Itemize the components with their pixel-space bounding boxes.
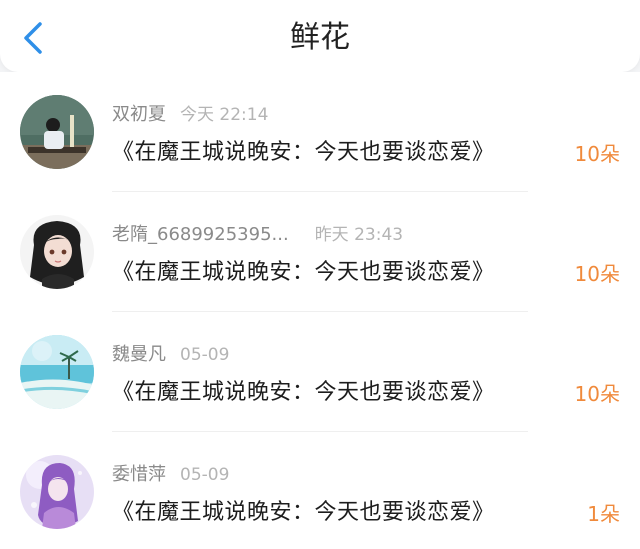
sender-name: 委惜萍 05-09 — [112, 464, 230, 485]
flower-gift-list: 双初夏 今天 22:14 《在魔王城说晚安：今天也要谈恋爱》 10朵 老隋_668… — [0, 72, 640, 549]
avatar[interactable] — [20, 455, 94, 529]
avatar[interactable] — [20, 215, 94, 289]
send-time: 昨天 23:43 — [314, 225, 404, 245]
book-title[interactable]: 《在魔王城说晚安：今天也要谈恋爱》 — [112, 134, 495, 166]
book-title[interactable]: 《在魔王城说晚安：今天也要谈恋爱》 — [112, 254, 495, 286]
avatar[interactable] — [20, 335, 94, 409]
book-title[interactable]: 《在魔王城说晚安：今天也要谈恋爱》 — [112, 374, 495, 406]
send-time: 今天 22:14 — [180, 105, 269, 125]
send-time: 05-09 — [180, 465, 230, 485]
sender-name: 老隋_6689925395... 昨天 23:43 — [112, 224, 404, 245]
avatar-classroom-icon — [20, 95, 94, 169]
avatar[interactable] — [20, 95, 94, 169]
flower-count: 1朵 — [587, 502, 620, 526]
avatar-anime-girl-icon — [20, 215, 94, 289]
page-title: 鲜花 — [290, 20, 350, 55]
top-nav-bar: 鲜花 — [0, 0, 640, 72]
send-time: 05-09 — [180, 345, 230, 365]
list-item[interactable]: 老隋_6689925395... 昨天 23:43 《在魔王城说晚安：今天也要谈恋… — [0, 192, 640, 312]
sender-name: 双初夏 今天 22:14 — [112, 104, 269, 125]
list-item[interactable]: 委惜萍 05-09 《在魔王城说晚安：今天也要谈恋爱》 1朵 — [0, 432, 640, 549]
list-item[interactable]: 双初夏 今天 22:14 《在魔王城说晚安：今天也要谈恋爱》 10朵 — [0, 72, 640, 192]
list-item[interactable]: 魏曼凡 05-09 《在魔王城说晚安：今天也要谈恋爱》 10朵 — [0, 312, 640, 432]
book-title[interactable]: 《在魔王城说晚安：今天也要谈恋爱》 — [112, 494, 495, 526]
flower-count: 10朵 — [574, 382, 620, 406]
sender-name: 魏曼凡 05-09 — [112, 344, 230, 365]
avatar-beach-icon — [20, 335, 94, 409]
avatar-purple-girl-icon — [20, 455, 94, 529]
flower-count: 10朵 — [574, 142, 620, 166]
flower-count: 10朵 — [574, 262, 620, 286]
